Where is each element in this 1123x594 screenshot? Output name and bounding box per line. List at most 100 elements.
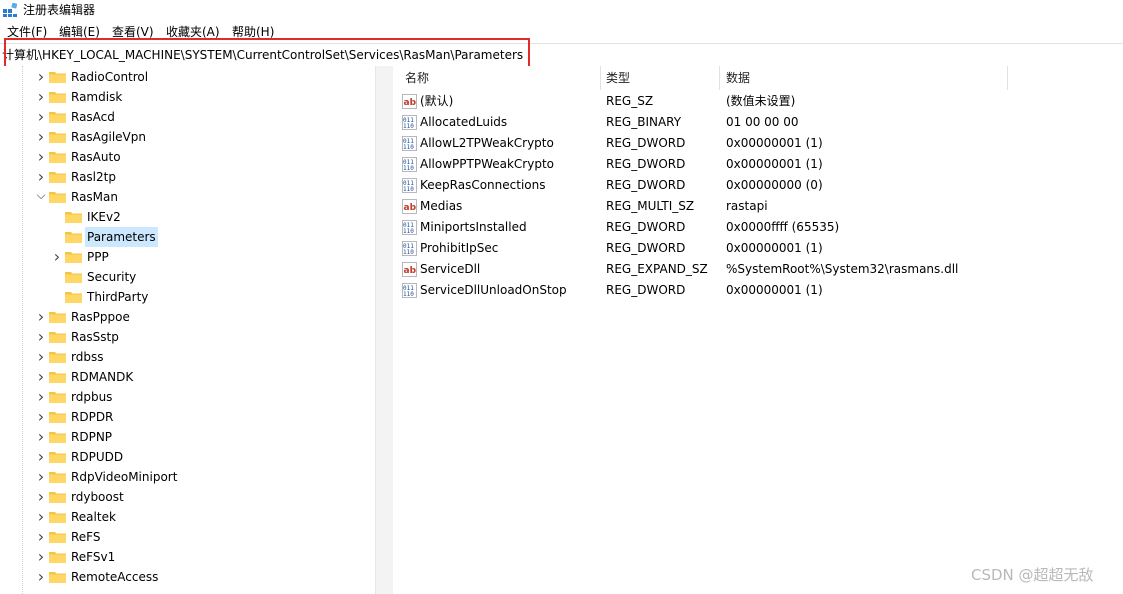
chevron-down-icon[interactable]: ⌵ [36,187,46,207]
tree-item[interactable]: › RDMANDK [0,367,375,387]
value-name: ProhibitIpSec [420,241,499,255]
regedit-icon [3,2,18,17]
value-row[interactable]: 011 110 AllowL2TPWeakCrypto REG_DWORD 0x0000… [397,133,1123,154]
column-header-name[interactable]: 名称 [405,66,429,90]
chevron-right-icon[interactable]: › [36,347,46,367]
tree-item[interactable]: › RasPppoe [0,307,375,327]
tree-item[interactable]: › RDPDR [0,407,375,427]
tree-item[interactable]: › Ramdisk [0,87,375,107]
tree-item[interactable]: › rdpbus [0,387,375,407]
chevron-right-icon[interactable]: › [36,407,46,427]
tree-item[interactable]: › ReFSv1 [0,547,375,567]
binary-value-icon: 011 110 [402,241,417,256]
tree-item-label: RasAcd [71,110,115,124]
binary-value-icon: 011 110 [402,220,417,235]
values-list-pane[interactable]: 名称 类型 数据 ab (默认) REG_SZ (数值未设置) 011 110 Alloca… [397,66,1123,594]
tree-item[interactable]: › RdpVideoMiniport [0,467,375,487]
chevron-right-icon[interactable]: › [36,487,46,507]
tree-item[interactable]: › RasSstp [0,327,375,347]
value-row[interactable]: 011 110 KeepRasConnections REG_DWORD 0x00000… [397,175,1123,196]
column-separator[interactable] [719,66,720,90]
folder-icon [49,351,66,363]
tree-item[interactable]: IKEv2 [0,207,375,227]
tree-item[interactable]: › ReFS [0,527,375,547]
value-row[interactable]: ab (默认) REG_SZ (数值未设置) [397,91,1123,112]
chevron-right-icon[interactable]: › [36,527,46,547]
folder-icon [49,511,66,523]
chevron-right-icon[interactable]: › [36,87,46,107]
tree-item[interactable]: › Rasl2tp [0,167,375,187]
chevron-right-icon[interactable]: › [36,67,46,87]
tree-item[interactable]: Security [0,267,375,287]
title-bar: 注册表编辑器 [0,0,1123,20]
chevron-right-icon[interactable]: › [36,547,46,567]
tree-item-label: RDPDR [71,410,114,424]
column-header-type[interactable]: 类型 [606,66,630,90]
value-type: REG_DWORD [606,178,686,192]
tree-scrollbar[interactable] [375,66,394,594]
menu-help[interactable]: 帮助(H) [232,25,274,39]
value-type: REG_DWORD [606,157,686,171]
chevron-right-icon[interactable]: › [36,447,46,467]
tree-item[interactable]: › RDPUDD [0,447,375,467]
tree-item[interactable]: › PPP [0,247,375,267]
chevron-right-icon[interactable]: › [36,327,46,347]
chevron-right-icon[interactable]: › [36,367,46,387]
value-row[interactable]: 011 110 AllowPPTPWeakCrypto REG_DWORD 0x0000… [397,154,1123,175]
address-bar[interactable]: 计算机\HKEY_LOCAL_MACHINE\SYSTEM\CurrentCon… [0,43,1123,67]
value-data: 01 00 00 00 [726,115,799,129]
key-tree-pane[interactable]: › RadioControl › Ramdisk › RasAcd › RasAgileVpn… [0,66,375,594]
tree-item-label: Realtek [71,510,116,524]
value-row[interactable]: 011 110 AllocatedLuids REG_BINARY 01 00 00 0… [397,112,1123,133]
tree-item[interactable]: › rdbss [0,347,375,367]
chevron-right-icon[interactable]: › [36,467,46,487]
tree-item-label: ReFSv1 [71,550,116,564]
chevron-right-icon[interactable]: › [36,387,46,407]
menu-edit[interactable]: 编辑(E) [59,25,100,39]
tree-item[interactable]: › RemoteAccess [0,567,375,587]
value-row[interactable]: 011 110 MiniportsInstalled REG_DWORD 0x0000f… [397,217,1123,238]
chevron-right-icon[interactable]: › [36,167,46,187]
chevron-right-icon[interactable]: › [36,107,46,127]
value-row[interactable]: ab ServiceDll REG_EXPAND_SZ %SystemRoot%\Sy… [397,259,1123,280]
value-row[interactable]: 011 110 ProhibitIpSec REG_DWORD 0x00000001 (… [397,238,1123,259]
binary-value-icon: 011 110 [402,283,417,298]
chevron-right-icon[interactable]: › [36,147,46,167]
menu-view[interactable]: 查看(V) [112,25,154,39]
folder-icon [49,431,66,443]
tree-item[interactable]: › RasAgileVpn [0,127,375,147]
tree-item-label: ThirdParty [87,290,149,304]
tree-item-label: RasPppoe [71,310,130,324]
chevron-right-icon[interactable]: › [36,427,46,447]
chevron-right-icon[interactable]: › [36,507,46,527]
folder-icon [49,371,66,383]
folder-icon [49,551,66,563]
folder-icon [49,191,66,203]
column-separator[interactable] [600,66,601,90]
tree-item[interactable]: › Realtek [0,507,375,527]
tree-item[interactable]: Parameters [0,227,375,247]
tree-item[interactable]: ⌵ RasMan [0,187,375,207]
chevron-right-icon[interactable]: › [36,567,46,587]
chevron-right-icon[interactable]: › [36,127,46,147]
menu-bar: 文件(F) 编辑(E) 查看(V) 收藏夹(A) 帮助(H) [0,22,1123,40]
folder-icon [49,311,66,323]
tree-item[interactable]: › RadioControl [0,67,375,87]
menu-favorites[interactable]: 收藏夹(A) [166,25,220,39]
column-header-data[interactable]: 数据 [726,66,750,90]
address-path[interactable]: 计算机\HKEY_LOCAL_MACHINE\SYSTEM\CurrentCon… [2,48,523,62]
menu-file[interactable]: 文件(F) [7,25,47,39]
value-name: ServiceDll [420,262,481,276]
svg-text:ab: ab [404,98,417,108]
tree-item[interactable]: › RasAcd [0,107,375,127]
column-separator[interactable] [1007,66,1008,90]
value-row[interactable]: ab Medias REG_MULTI_SZ rastapi [397,196,1123,217]
chevron-right-icon[interactable]: › [36,307,46,327]
tree-item[interactable]: › RDPNP [0,427,375,447]
value-row[interactable]: 011 110 ServiceDllUnloadOnStop REG_DWORD 0x0… [397,280,1123,301]
chevron-right-icon[interactable]: › [52,247,62,267]
tree-item[interactable]: › rdyboost [0,487,375,507]
value-name: ServiceDllUnloadOnStop [420,283,567,297]
tree-item[interactable]: ThirdParty [0,287,375,307]
tree-item[interactable]: › RasAuto [0,147,375,167]
